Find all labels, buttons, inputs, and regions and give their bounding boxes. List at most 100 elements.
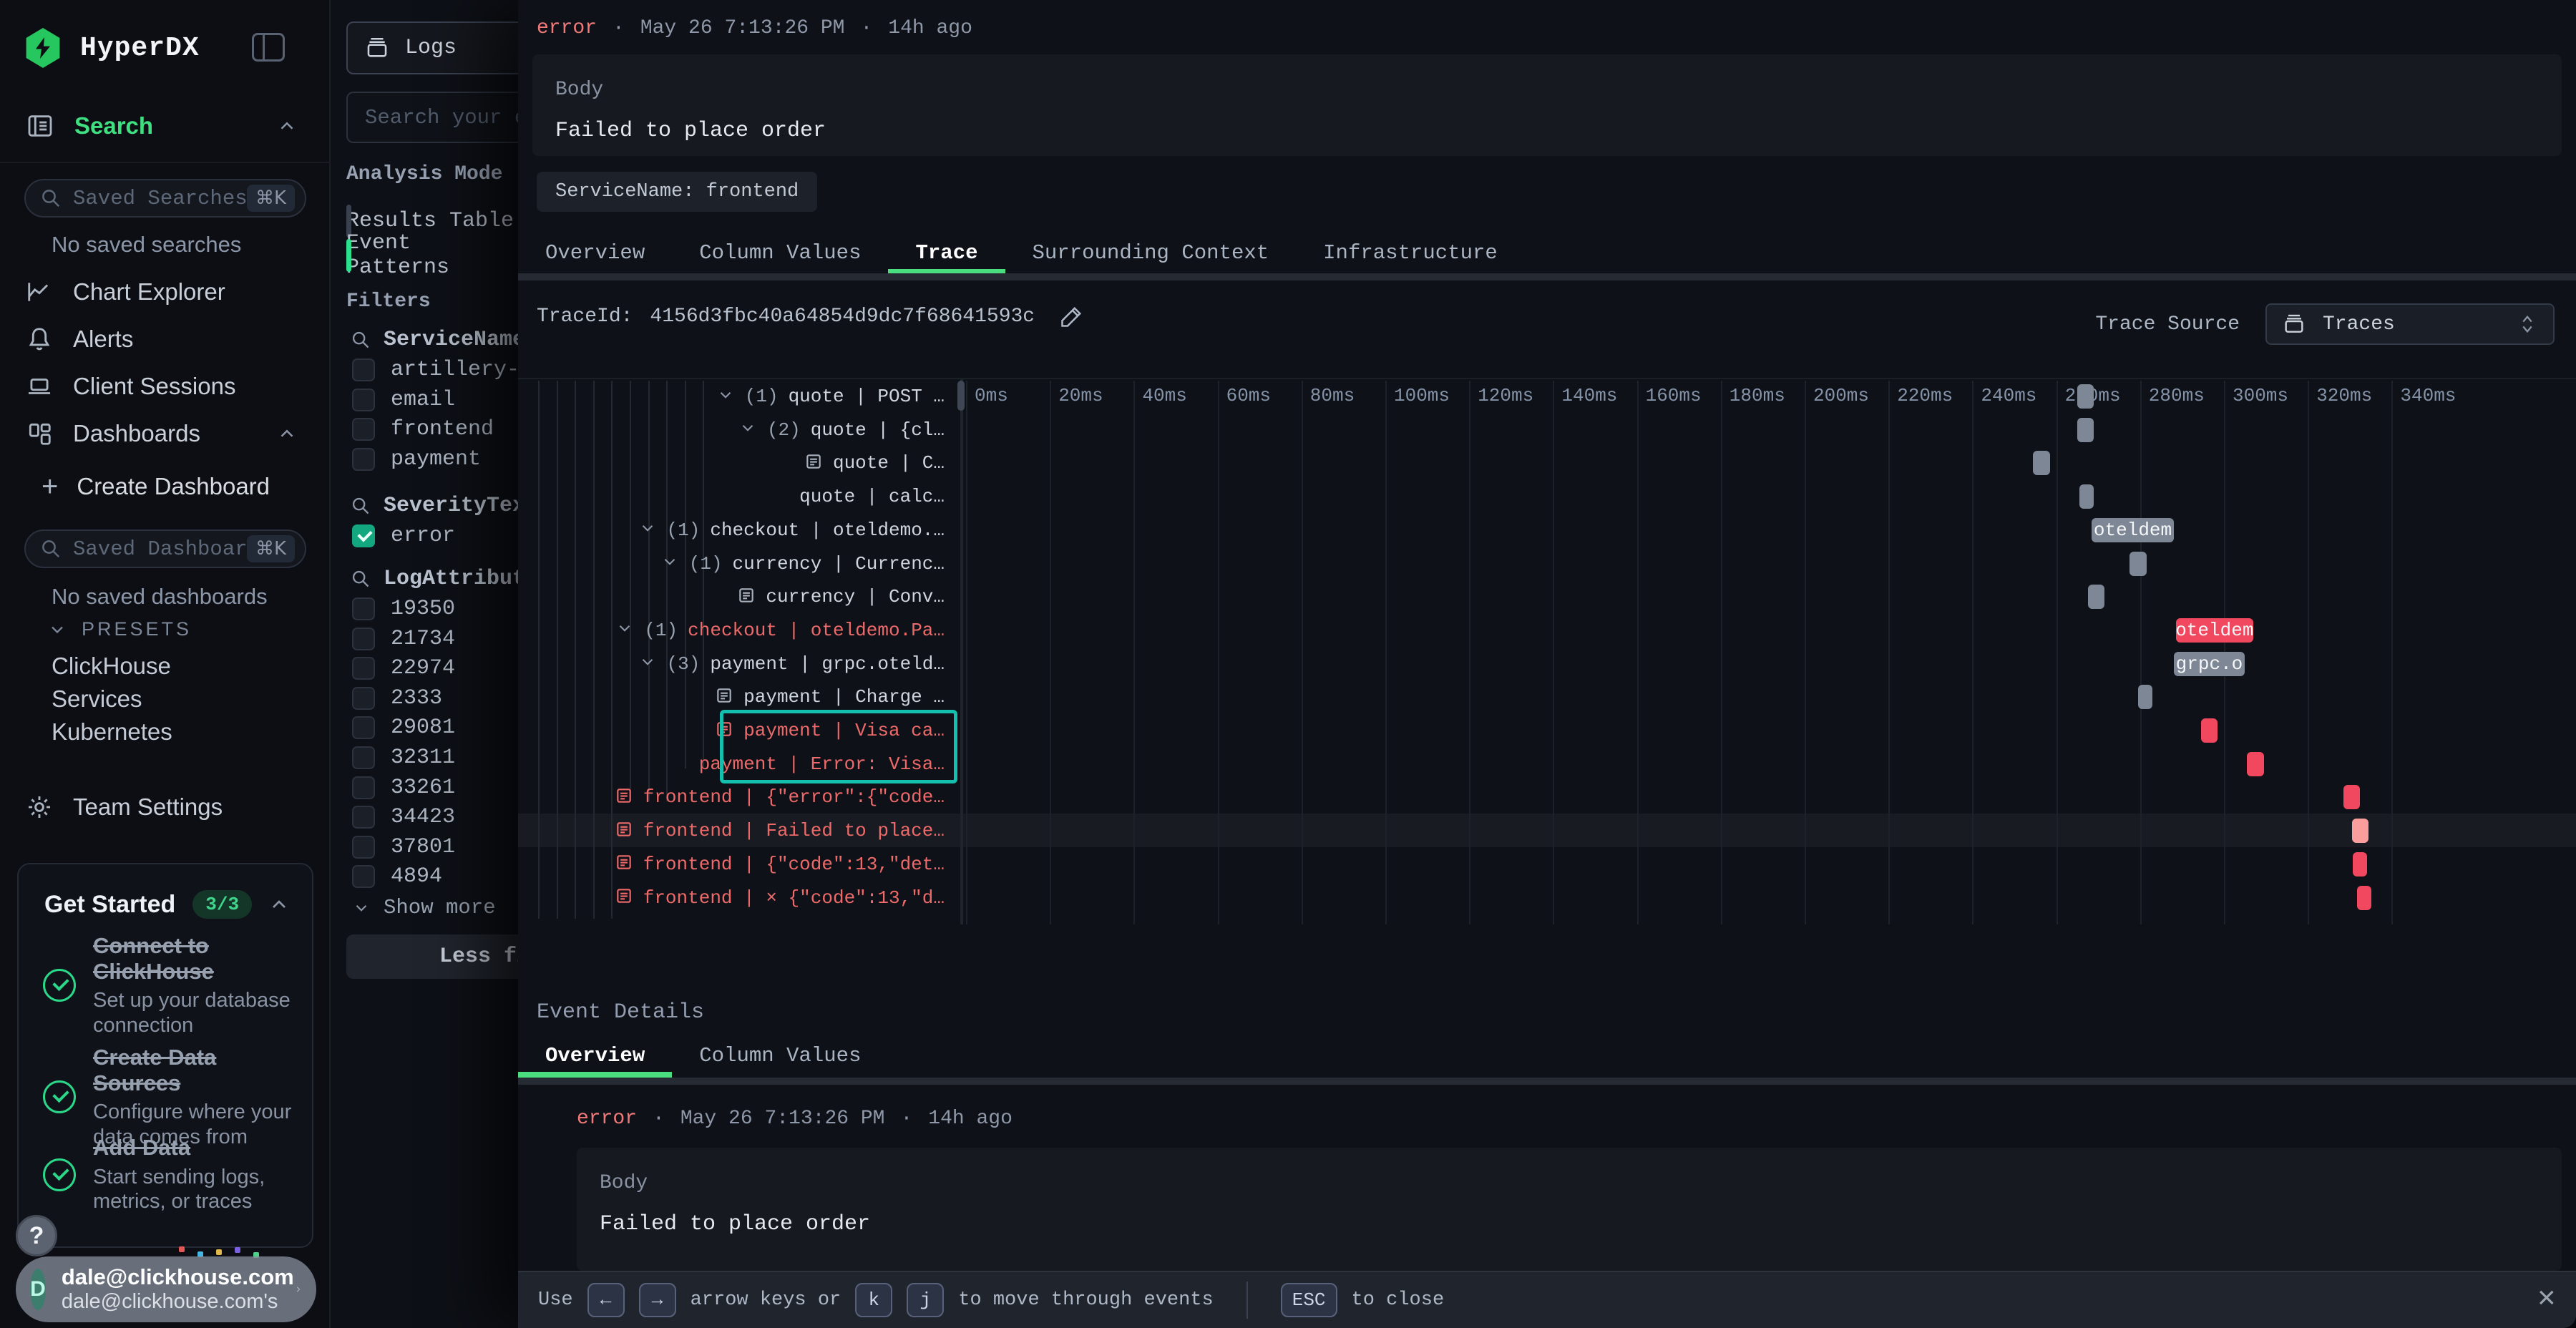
tab-overview[interactable]: Overview (518, 1039, 672, 1072)
show-more-toggle[interactable]: Show more (352, 896, 496, 919)
span-row[interactable]: (2)quote | {cl… (518, 414, 952, 446)
filter-option[interactable]: 19350 (352, 597, 455, 621)
chevron-down-icon[interactable] (638, 519, 657, 541)
filter-option[interactable]: frontend (352, 417, 494, 441)
get-started-item[interactable]: Connect to ClickHouseSet up your databas… (43, 933, 298, 1038)
get-started-item[interactable]: Create Data SourcesConfigure where your … (43, 1045, 298, 1150)
checkbox[interactable] (352, 358, 375, 381)
span-row[interactable]: (1)checkout | oteldemo.Pa… (518, 614, 952, 647)
filter-option[interactable]: 37801 (352, 835, 455, 859)
filter-option[interactable]: 32311 (352, 746, 455, 770)
checkbox[interactable] (352, 806, 375, 829)
saved-searches-input[interactable]: ⌘K (24, 179, 306, 218)
span-row[interactable]: currency | Conv… (518, 580, 952, 613)
arrow-left-key[interactable]: ← (587, 1283, 625, 1317)
chevron-down-icon[interactable] (660, 552, 679, 575)
checkbox[interactable] (352, 687, 375, 710)
esc-key[interactable]: ESC (1281, 1283, 1337, 1317)
span-row[interactable]: (3)payment | grpc.oteld… (518, 648, 952, 680)
sidebar-preset-clickhouse[interactable]: ClickHouse (52, 653, 171, 680)
span-duration-bar[interactable] (2247, 752, 2263, 776)
chevron-up-icon[interactable] (276, 115, 298, 137)
source-select-button[interactable]: Logs (346, 21, 518, 74)
filter-option[interactable]: 33261 (352, 776, 455, 800)
span-row[interactable]: quote | calc… (518, 480, 952, 513)
span-row[interactable]: (1)checkout | oteldemo.… (518, 514, 952, 547)
sidebar-item-alerts[interactable]: Alerts (26, 322, 306, 356)
saved-dashboards-input[interactable]: ⌘K (24, 529, 306, 568)
span-row[interactable]: payment | Charge … (518, 680, 952, 713)
span-duration-bar[interactable] (2138, 685, 2153, 709)
span-duration-bar[interactable] (2077, 418, 2094, 442)
checkbox[interactable] (352, 389, 375, 411)
span-duration-bar[interactable] (2129, 552, 2146, 576)
sidebar-item-search[interactable]: Search (26, 109, 306, 143)
filter-option[interactable]: payment (352, 447, 481, 472)
checkbox[interactable] (352, 448, 375, 471)
chevron-up-icon[interactable] (276, 423, 298, 444)
span-row[interactable]: quote | C… (518, 446, 952, 479)
sidebar-item-client-sessions[interactable]: Client Sessions (26, 369, 306, 404)
chevron-down-icon[interactable] (738, 419, 757, 441)
sidebar-item-team-settings[interactable]: Team Settings (26, 790, 306, 824)
filter-option[interactable]: 34423 (352, 805, 455, 829)
span-duration-bar[interactable] (2353, 852, 2367, 877)
checkbox[interactable] (352, 418, 375, 441)
checkbox[interactable] (352, 628, 375, 650)
filter-option[interactable]: email (352, 388, 455, 412)
span-duration-bar[interactable]: oteldem (2092, 518, 2173, 542)
filter-option[interactable]: 4894 (352, 864, 442, 889)
span-duration-bar[interactable]: grpc.o (2174, 652, 2245, 676)
span-duration-bar[interactable] (2033, 451, 2049, 475)
analysis-mode-event-patterns[interactable]: Event Patterns (346, 239, 518, 272)
checkbox[interactable] (352, 597, 375, 620)
event-search-input[interactable] (346, 92, 518, 143)
sidebar-preset-kubernetes[interactable]: Kubernetes (52, 718, 172, 746)
help-button[interactable]: ? (16, 1215, 57, 1256)
create-dashboard-button[interactable]: + Create Dashboard (42, 472, 270, 501)
k-key[interactable]: k (855, 1283, 892, 1317)
user-menu[interactable]: D dale@clickhouse.com dale@clickhouse.co… (16, 1256, 316, 1322)
tab-column-values[interactable]: Column Values (672, 1039, 888, 1072)
logo[interactable]: HyperDX (24, 27, 311, 69)
chevron-down-icon[interactable] (716, 386, 735, 408)
presets-toggle[interactable]: PRESETS (47, 618, 192, 640)
tab-column-values[interactable]: Column Values (672, 236, 888, 269)
saved-searches-field[interactable] (73, 187, 247, 210)
tab-overview[interactable]: Overview (518, 236, 672, 269)
chevron-down-icon[interactable] (638, 653, 657, 675)
filter-option[interactable]: 2333 (352, 686, 442, 711)
span-duration-bar[interactable] (2343, 785, 2360, 809)
j-key[interactable]: j (907, 1283, 944, 1317)
sidebar-item-dashboards[interactable]: Dashboards (26, 416, 306, 451)
filter-option[interactable]: 22974 (352, 656, 455, 680)
sidebar-collapse-icon[interactable] (252, 33, 285, 62)
filter-option[interactable]: artillery-loa (352, 358, 518, 382)
chevron-down-icon[interactable] (615, 619, 634, 641)
get-started-item[interactable]: Add DataStart sending logs, metrics, or … (43, 1135, 298, 1214)
filter-option[interactable]: error (352, 524, 455, 548)
span-row[interactable]: frontend | Failed to place… (518, 814, 952, 847)
span-duration-bar[interactable] (2201, 718, 2218, 743)
span-row[interactable]: frontend | {"error":{"code… (518, 781, 952, 814)
tab-surrounding-context[interactable]: Surrounding Context (1005, 236, 1297, 269)
checkbox[interactable] (352, 657, 375, 680)
filter-option[interactable]: 21734 (352, 627, 455, 651)
trace-source-select[interactable]: Traces (2265, 303, 2555, 345)
span-row[interactable]: (1)quote | POST … (518, 380, 952, 413)
filter-option[interactable]: 29081 (352, 716, 455, 740)
checkbox[interactable] (352, 865, 375, 888)
span-row[interactable]: frontend | {"code":13,"det… (518, 848, 952, 881)
chevron-up-icon[interactable] (268, 893, 291, 916)
tab-trace[interactable]: Trace (888, 236, 1005, 269)
span-row[interactable]: (1)currency | Currenc… (518, 547, 952, 580)
pencil-icon[interactable] (1059, 303, 1085, 329)
checkbox[interactable] (352, 524, 375, 547)
checkbox[interactable] (352, 716, 375, 739)
span-duration-bar[interactable] (2352, 819, 2368, 843)
sidebar-preset-services[interactable]: Services (52, 685, 142, 713)
span-duration-bar[interactable] (2088, 585, 2104, 609)
less-filters-button[interactable]: Less filters (346, 934, 518, 979)
span-duration-bar[interactable] (2079, 484, 2094, 509)
tab-infrastructure[interactable]: Infrastructure (1296, 236, 1525, 269)
